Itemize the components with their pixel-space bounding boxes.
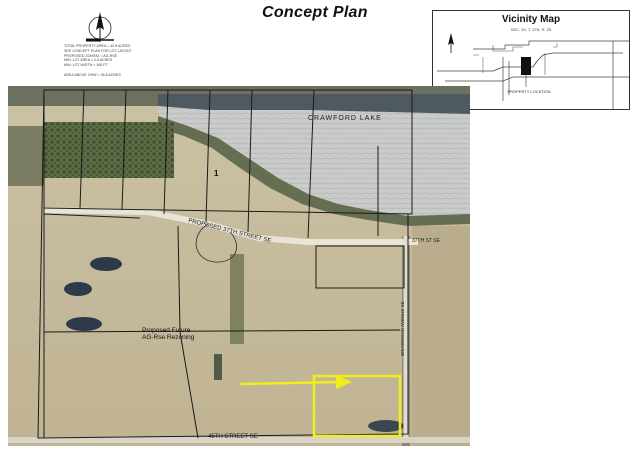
street-37th-label: 37TH ST SE (412, 238, 441, 244)
lot-number: 1 (214, 169, 219, 178)
north-letter: N (97, 20, 102, 27)
lake-label: CRAWFORD LAKE (308, 115, 382, 122)
pond (90, 257, 122, 271)
avenue-label: BRIARWOOD AVENUE SE (400, 301, 405, 356)
rezoning-label-line2: AG-Rse Rezoning (142, 334, 195, 341)
pond (66, 317, 102, 331)
rezoning-label-line1: Proposed Future (142, 327, 191, 334)
street-45th-label: 45TH STREET SE (208, 434, 258, 440)
plan-notes: TOTAL PROPERTY AREA = 40.8 ACRES SEE CON… (64, 44, 182, 78)
north-arrow-icon: N (86, 12, 114, 42)
page-title: Concept Plan (262, 4, 368, 21)
site-plan-map: CRAWFORD LAKE PROPOSED 37TH STREET SE 37… (8, 86, 470, 446)
tree-stand (44, 122, 174, 178)
property-marker (521, 57, 531, 75)
property-location-label: PROPERTY LOCATION (507, 89, 550, 94)
pond (64, 282, 92, 296)
note-line: AREA ABOVE OHW = 35.8 ACRES (64, 72, 121, 77)
